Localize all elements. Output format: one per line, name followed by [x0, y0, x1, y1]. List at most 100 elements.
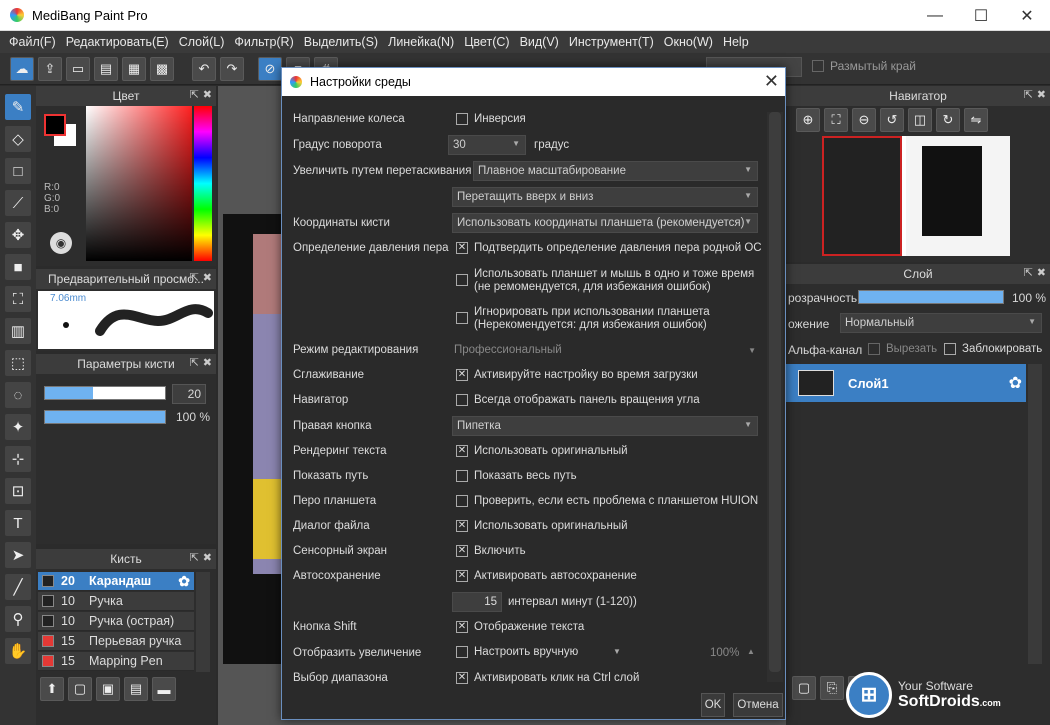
drag-direction-select[interactable]: Перетащить вверх и вниз ▼: [452, 187, 758, 207]
autosave-checkbox[interactable]: ✕: [456, 570, 468, 582]
chevron-up-icon[interactable]: ▲: [747, 647, 755, 656]
text-render-checkbox[interactable]: ✕: [456, 445, 468, 457]
layer-scrollbar[interactable]: [1028, 364, 1042, 664]
menu-filter[interactable]: Фильтр(R): [229, 35, 298, 49]
tablet-mouse-option[interactable]: Использовать планшет и мышь в одно и тож…: [456, 268, 754, 294]
close-icon[interactable]: ✖: [203, 356, 212, 369]
fit-icon[interactable]: ⛶: [824, 108, 848, 132]
brush-tool-icon[interactable]: ✎: [5, 94, 31, 120]
eraser-tool-icon[interactable]: ◇: [5, 126, 31, 152]
touch-checkbox[interactable]: ✕: [456, 545, 468, 557]
pressure-os-checkbox[interactable]: ✕: [456, 242, 468, 254]
ok-button[interactable]: OK: [701, 693, 725, 717]
show-path-option[interactable]: Показать весь путь: [456, 470, 577, 483]
drag-zoom-select[interactable]: Плавное масштабирование ▼: [473, 161, 758, 181]
brush-export-icon[interactable]: ▤: [124, 677, 148, 701]
popout-icon[interactable]: ⇱: [190, 271, 199, 284]
close-icon[interactable]: ✖: [1037, 266, 1046, 279]
pages-icon[interactable]: ▦: [122, 56, 146, 81]
hand-tool-icon[interactable]: ✋: [5, 638, 31, 664]
touch-option[interactable]: ✕ Включить: [456, 545, 526, 558]
flip-icon[interactable]: ⇋: [964, 108, 988, 132]
rotation-select[interactable]: 30 ▼: [448, 135, 526, 155]
menu-window[interactable]: Окно(W): [659, 35, 718, 49]
select-tool-icon[interactable]: ⬚: [5, 350, 31, 376]
menu-help[interactable]: Help: [718, 35, 754, 49]
move-tool-icon[interactable]: ✥: [5, 222, 31, 248]
edit-mode-select[interactable]: Профессиональный ▼: [454, 344, 758, 357]
popout-icon[interactable]: ⇱: [1024, 88, 1033, 101]
menu-ruler[interactable]: Линейка(N): [383, 35, 459, 49]
close-icon[interactable]: ✖: [203, 271, 212, 284]
bucket-tool-icon[interactable]: ⛶: [5, 286, 31, 312]
brush-list-scrollbar[interactable]: [196, 572, 210, 672]
wheel-invert-checkbox[interactable]: [456, 113, 468, 125]
cloud-icon[interactable]: ☁: [10, 56, 34, 81]
rotate-left-icon[interactable]: ↺: [880, 108, 904, 132]
chevron-down-icon[interactable]: ▼: [613, 647, 621, 656]
undo-icon[interactable]: ↶: [192, 56, 216, 81]
navigator-rotation-option[interactable]: Всегда отображать панель вращения угла: [456, 394, 700, 407]
range-option[interactable]: ✕ Активировать клик на Ctrl слой: [456, 672, 639, 685]
brush-new-icon[interactable]: ▢: [68, 677, 92, 701]
menu-layer[interactable]: Слой(L): [174, 35, 230, 49]
clip-toggle[interactable]: Вырезать: [868, 343, 937, 356]
magic-wand-tool-icon[interactable]: ✦: [5, 414, 31, 440]
navigator-thumbnail[interactable]: [822, 136, 1010, 256]
wheel-invert-option[interactable]: Инверсия: [456, 113, 526, 126]
rotate-right-icon[interactable]: ↻: [936, 108, 960, 132]
menu-select[interactable]: Выделить(S): [299, 35, 383, 49]
menu-color[interactable]: Цвет(C): [459, 35, 514, 49]
ignore-tablet-checkbox[interactable]: [456, 312, 468, 324]
brush-item[interactable]: 10 Ручка: [38, 592, 194, 611]
close-icon[interactable]: ✖: [203, 551, 212, 564]
huion-option[interactable]: Проверить, если есть проблема с планшето…: [456, 495, 758, 508]
tablet-mouse-checkbox[interactable]: [456, 274, 468, 286]
close-icon[interactable]: ✖: [1037, 88, 1046, 101]
hue-slider[interactable]: [194, 106, 212, 261]
autosave-interval-input[interactable]: 15: [452, 592, 502, 612]
brush-folder-icon[interactable]: ▬: [152, 677, 176, 701]
autosave-option[interactable]: ✕ Активировать автосохранение: [456, 570, 637, 583]
menu-edit[interactable]: Редактировать(E): [61, 35, 174, 49]
snap-off-icon[interactable]: ⊘: [258, 56, 282, 81]
grid-icon[interactable]: ▩: [150, 56, 174, 81]
popout-icon[interactable]: ⇱: [1024, 266, 1033, 279]
maximize-button[interactable]: ☐: [958, 0, 1004, 31]
palette-icon[interactable]: ◉: [50, 232, 72, 254]
brush-item[interactable]: 10 Ручка (острая): [38, 612, 194, 631]
layer-opacity-slider[interactable]: [858, 290, 1004, 304]
ignore-tablet-option[interactable]: Игнорировать при использовании планшета(…: [456, 306, 710, 332]
smoothing-option[interactable]: ✕ Активируйте настройку во время загрузк…: [456, 369, 698, 382]
minimize-button[interactable]: —: [912, 0, 958, 31]
dialog-scroll-thumb[interactable]: [769, 112, 781, 672]
pressure-os-option[interactable]: ✕ Подтвердить определение давления пера …: [456, 242, 762, 255]
layer-row[interactable]: Слой1 ✿: [786, 364, 1026, 402]
gradient-tool-icon[interactable]: ▥: [5, 318, 31, 344]
range-checkbox[interactable]: ✕: [456, 672, 468, 684]
divide-tool-icon[interactable]: ╱: [5, 574, 31, 600]
redo-icon[interactable]: ↷: [220, 56, 244, 81]
dot-tool-icon[interactable]: ⟋: [5, 190, 31, 216]
lock-checkbox[interactable]: [944, 343, 956, 355]
brush-item[interactable]: 15 Перьевая ручка: [38, 632, 194, 651]
navigator-rotation-checkbox[interactable]: [456, 394, 468, 406]
menu-tool[interactable]: Инструмент(T): [564, 35, 659, 49]
dialog-scrollbar[interactable]: [767, 112, 783, 682]
soft-edge-checkbox[interactable]: [812, 60, 824, 72]
dialog-close-button[interactable]: ✕: [764, 71, 779, 92]
brush-copy-icon[interactable]: ▣: [96, 677, 120, 701]
zoom-in-icon[interactable]: ⊕: [796, 108, 820, 132]
menu-view[interactable]: Вид(V): [515, 35, 564, 49]
zoom-manual-checkbox[interactable]: [456, 646, 468, 658]
text-render-option[interactable]: ✕ Использовать оригинальный: [456, 445, 628, 458]
lasso-tool-icon[interactable]: ◌: [5, 382, 31, 408]
message-icon[interactable]: ▤: [94, 56, 118, 81]
file-dialog-checkbox[interactable]: ✕: [456, 520, 468, 532]
gear-icon[interactable]: ✿: [1009, 373, 1022, 393]
show-path-checkbox[interactable]: [456, 470, 468, 482]
clip-checkbox[interactable]: [868, 343, 880, 355]
brush-item[interactable]: 15 Mapping Pen: [38, 652, 194, 671]
brush-size-slider[interactable]: [44, 386, 166, 400]
blend-mode-select[interactable]: Нормальный ▼: [840, 313, 1042, 333]
